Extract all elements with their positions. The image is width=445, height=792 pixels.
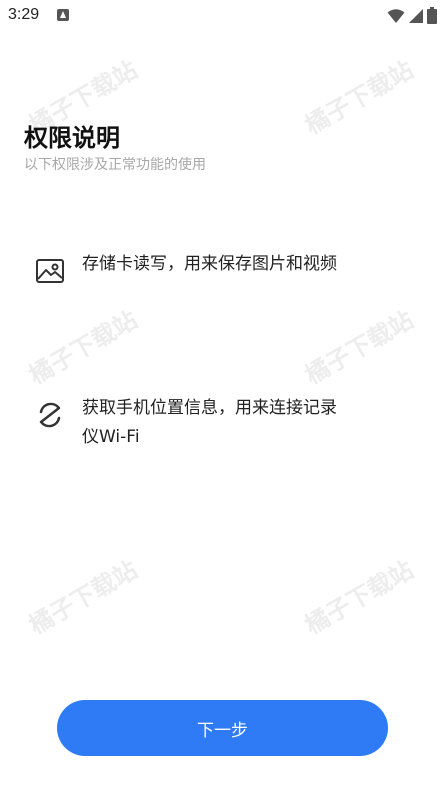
page-subtitle: 以下权限涉及正常功能的使用 xyxy=(24,157,206,173)
permission-storage: 存储卡读写，用来保存图片和视频 xyxy=(34,250,364,287)
permission-screen: 3:29 橘子下载站 橘子下载站 橘子下载站 橘子下载站 橘子下载站 橘子下载站… xyxy=(0,0,445,792)
watermark: 橘子下载站 xyxy=(300,55,419,140)
watermark: 橘子下载站 xyxy=(300,305,419,390)
next-button[interactable]: 下一步 xyxy=(57,700,388,756)
signal-icon xyxy=(409,8,423,23)
location-link-icon xyxy=(39,402,61,428)
app-notification-icon xyxy=(57,9,69,21)
permission-location-text: 获取手机位置信息，用来连接记录仪Wi-Fi xyxy=(82,398,337,447)
image-icon xyxy=(36,259,64,283)
permission-location: 获取手机位置信息，用来连接记录仪Wi-Fi xyxy=(34,394,364,452)
status-time: 3:29 xyxy=(8,6,40,23)
page-title: 权限说明 xyxy=(24,124,120,152)
battery-icon xyxy=(427,7,437,24)
watermark: 橘子下载站 xyxy=(24,555,143,640)
watermark: 橘子下载站 xyxy=(24,305,143,390)
watermark: 橘子下载站 xyxy=(300,555,419,640)
wifi-icon xyxy=(387,8,405,23)
permission-storage-text: 存储卡读写，用来保存图片和视频 xyxy=(82,254,337,274)
status-bar: 3:29 xyxy=(0,0,445,32)
status-icons xyxy=(387,7,437,24)
